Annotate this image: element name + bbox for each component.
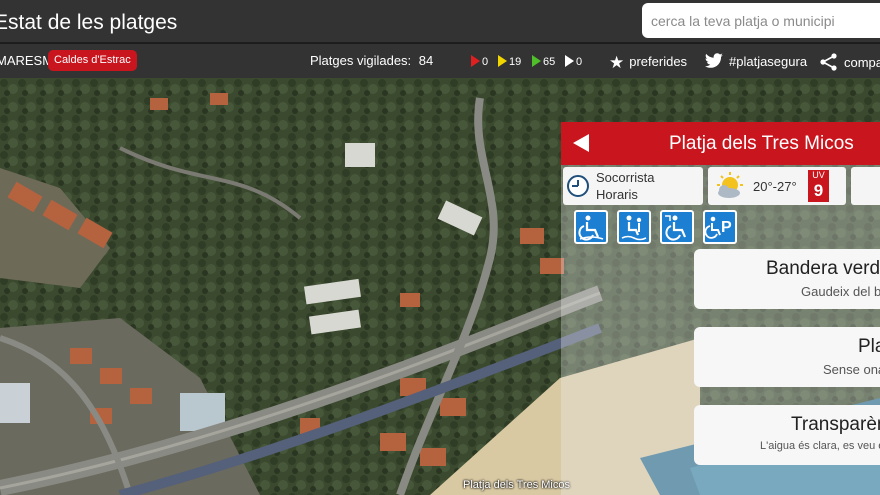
sea-status-title: Platja bbox=[858, 336, 880, 357]
favorites-label: preferides bbox=[629, 54, 688, 69]
hours-label: Horaris bbox=[596, 187, 638, 202]
green-flag-count-value: 65 bbox=[543, 56, 556, 68]
water-clarity-card[interactable]: Transparència L'aigua és clara, es veu e… bbox=[694, 405, 880, 465]
monitored-label: Platges vigilades: bbox=[310, 53, 412, 68]
monitored-beaches: Platges vigilades: 84 bbox=[310, 53, 433, 68]
yellow-flag-icon bbox=[498, 55, 507, 67]
water-clarity-title: Transparència bbox=[791, 414, 880, 435]
assisted-bathing-icon[interactable] bbox=[617, 210, 651, 244]
share-icon bbox=[820, 53, 837, 71]
accessible-beach-icon[interactable] bbox=[660, 210, 694, 244]
share-label: compartir bbox=[844, 55, 880, 70]
temperature: 20°-27° bbox=[753, 179, 797, 194]
flag-status-title: Bandera verda bbox=[766, 258, 880, 279]
accessible-parking-icon[interactable]: P bbox=[703, 210, 737, 244]
weather-info: 20°-27° UV 9 bbox=[708, 167, 846, 205]
hashtag-link[interactable]: #platjasegura bbox=[703, 53, 807, 69]
beach-name: Platja dels Tres Micos bbox=[669, 133, 854, 154]
svg-text:P: P bbox=[721, 219, 732, 236]
region-bar: MARESME Caldes d'Estrac Platges vigilade… bbox=[0, 44, 880, 78]
sun-cloud-icon bbox=[717, 172, 743, 198]
yellow-flag-count[interactable]: 19 bbox=[498, 55, 521, 68]
search-input[interactable] bbox=[642, 3, 880, 38]
flag-status-subtitle: Gaudeix del bany bbox=[801, 284, 880, 299]
wheelchair-access-icon[interactable] bbox=[574, 210, 608, 244]
white-flag-icon bbox=[565, 55, 574, 67]
town-badge[interactable]: Caldes d'Estrac bbox=[48, 50, 137, 71]
panel-header: Platja dels Tres Micos bbox=[561, 122, 880, 165]
clock-icon bbox=[567, 175, 589, 197]
red-flag-count-value: 0 bbox=[482, 56, 489, 68]
sea-status-subtitle: Sense onatge bbox=[823, 362, 880, 377]
beach-info-panel: Platja dels Tres Micos Socorrista Horari… bbox=[561, 122, 880, 495]
white-flag-count[interactable]: 0 bbox=[565, 55, 582, 68]
twitter-bird-icon bbox=[704, 53, 723, 68]
lifeguard-hours[interactable]: Socorrista Horaris bbox=[563, 167, 703, 205]
extra-info-box[interactable] bbox=[851, 167, 880, 205]
top-header: Estat de les platges bbox=[0, 0, 880, 42]
uv-badge: UV 9 bbox=[808, 170, 829, 202]
site-title[interactable]: Estat de les platges bbox=[0, 11, 177, 35]
star-icon: ★ bbox=[609, 53, 625, 72]
sea-status-card[interactable]: Platja Sense onatge bbox=[694, 327, 880, 387]
red-flag-count[interactable]: 0 bbox=[471, 55, 488, 68]
lifeguard-label: Socorrista bbox=[596, 170, 655, 185]
uv-label: UV bbox=[812, 170, 825, 180]
share-link[interactable]: compartir bbox=[819, 53, 880, 71]
flag-status-card[interactable]: Bandera verda Gaudeix del bany bbox=[694, 249, 880, 309]
green-flag-count[interactable]: 65 bbox=[532, 55, 555, 68]
hashtag-label: #platjasegura bbox=[729, 54, 808, 69]
water-clarity-subtitle: L'aigua és clara, es veu el fons bbox=[760, 440, 880, 452]
green-flag-icon bbox=[532, 55, 541, 67]
favorites-link[interactable]: ★ preferides bbox=[609, 53, 687, 73]
monitored-count: 84 bbox=[418, 53, 434, 68]
white-flag-count-value: 0 bbox=[576, 56, 583, 68]
lifeguard-text: Socorrista Horaris bbox=[596, 169, 655, 203]
map-beach-label[interactable]: Platja dels Tres Micos bbox=[463, 479, 570, 491]
uv-value: 9 bbox=[813, 181, 824, 200]
yellow-flag-count-value: 19 bbox=[509, 56, 522, 68]
back-arrow-icon[interactable] bbox=[573, 134, 589, 152]
red-flag-icon bbox=[471, 55, 480, 67]
